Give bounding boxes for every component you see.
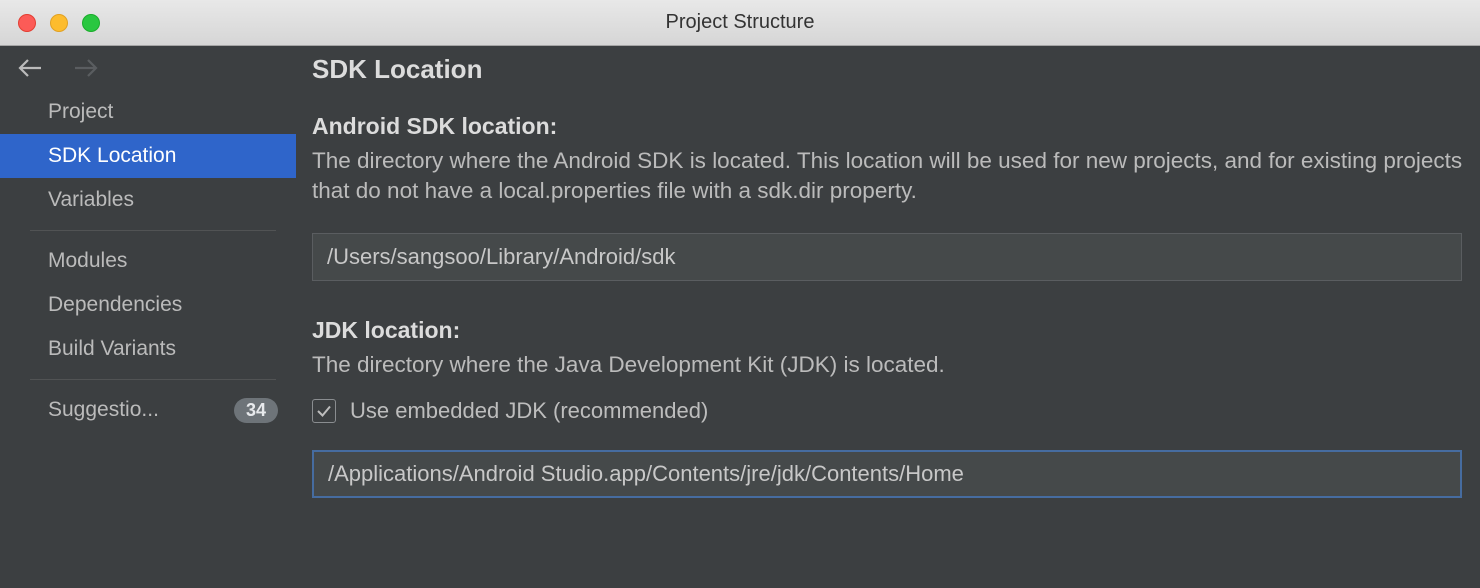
sidebar-item-label: Project	[48, 100, 113, 124]
embedded-jdk-checkbox[interactable]	[312, 399, 336, 423]
sidebar-item-modules[interactable]: Modules	[0, 239, 296, 283]
close-window-icon[interactable]	[18, 14, 36, 32]
window-title: Project Structure	[666, 11, 815, 34]
check-icon	[315, 402, 333, 420]
sidebar-group-1: Project SDK Location Variables	[0, 90, 296, 222]
jdk-section: JDK location: The directory where the Ja…	[312, 317, 1480, 498]
page-title: SDK Location	[312, 54, 1480, 85]
android-sdk-description: The directory where the Android SDK is l…	[312, 146, 1480, 207]
content-pane: SDK Location Android SDK location: The d…	[296, 46, 1480, 588]
sidebar-item-build-variants[interactable]: Build Variants	[0, 327, 296, 371]
sidebar-group-2: Modules Dependencies Build Variants	[0, 239, 296, 371]
sidebar-separator	[30, 379, 276, 380]
android-sdk-section: Android SDK location: The directory wher…	[312, 113, 1480, 281]
sidebar-item-label: Dependencies	[48, 293, 182, 317]
forward-button[interactable]	[72, 54, 100, 82]
back-button[interactable]	[16, 54, 44, 82]
project-structure-window: Project Structure Project SDK Location V…	[0, 0, 1480, 588]
minimize-window-icon[interactable]	[50, 14, 68, 32]
android-sdk-label: Android SDK location:	[312, 113, 1480, 140]
embedded-jdk-row: Use embedded JDK (recommended)	[312, 398, 1480, 424]
body: Project SDK Location Variables Modules D…	[0, 46, 1480, 588]
traffic-lights	[18, 14, 100, 32]
sidebar-separator	[30, 230, 276, 231]
nav-toolbar	[0, 46, 296, 90]
sidebar-item-label: Build Variants	[48, 337, 176, 361]
sidebar-item-dependencies[interactable]: Dependencies	[0, 283, 296, 327]
sidebar: Project SDK Location Variables Modules D…	[0, 46, 296, 588]
sidebar-item-label: Modules	[48, 249, 127, 273]
jdk-path-input[interactable]	[312, 450, 1462, 498]
sidebar-group-3: Suggestio... 34	[0, 388, 296, 432]
sidebar-item-project[interactable]: Project	[0, 90, 296, 134]
suggestions-badge: 34	[234, 398, 278, 423]
jdk-description: The directory where the Java Development…	[312, 350, 1480, 380]
sidebar-item-label: SDK Location	[48, 144, 176, 168]
jdk-label: JDK location:	[312, 317, 1480, 344]
arrow-left-icon	[17, 58, 43, 78]
titlebar[interactable]: Project Structure	[0, 0, 1480, 46]
sidebar-item-sdk-location[interactable]: SDK Location	[0, 134, 296, 178]
arrow-right-icon	[73, 58, 99, 78]
maximize-window-icon[interactable]	[82, 14, 100, 32]
sidebar-item-suggestions[interactable]: Suggestio... 34	[0, 388, 296, 432]
android-sdk-path-input[interactable]	[312, 233, 1462, 281]
embedded-jdk-label: Use embedded JDK (recommended)	[350, 398, 708, 424]
sidebar-item-label: Variables	[48, 188, 134, 212]
sidebar-item-variables[interactable]: Variables	[0, 178, 296, 222]
sidebar-item-label: Suggestio...	[48, 398, 159, 422]
